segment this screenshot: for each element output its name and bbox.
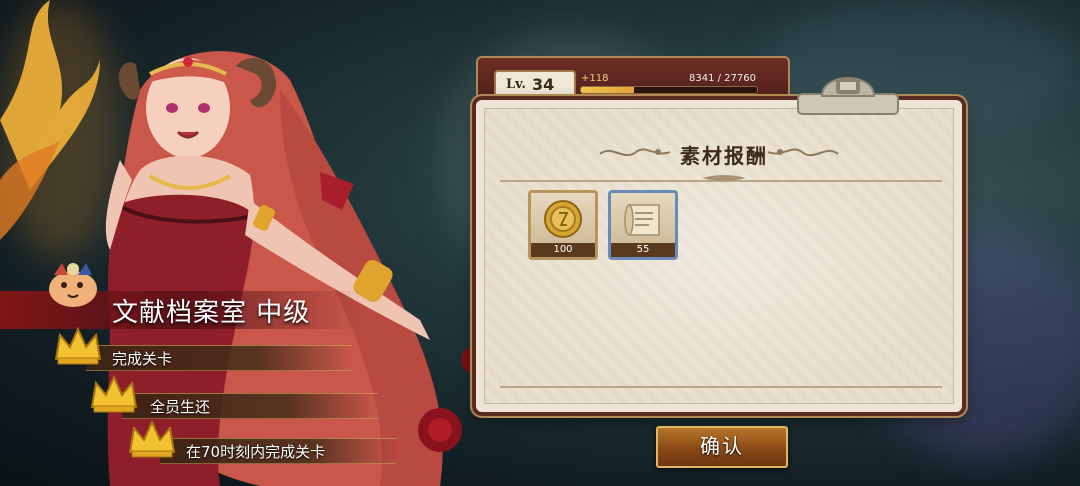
- scroll-icon: [624, 204, 660, 236]
- mascot-icon: [49, 263, 97, 307]
- objective-row: 全员生还: [88, 374, 378, 419]
- ornament-right: [767, 148, 839, 157]
- exp-bar-fill: [581, 87, 634, 93]
- gold-coin-icon: [544, 200, 582, 238]
- objective-text: 完成关卡: [112, 350, 173, 368]
- crown-icon: [54, 326, 102, 365]
- exp-count: 8341 / 27760: [689, 73, 756, 84]
- reward-item-gold-coin[interactable]: 100: [528, 190, 598, 260]
- divider-ornament: [702, 175, 746, 181]
- reward-section-title: 素材报酬: [680, 144, 768, 168]
- objective-text: 全员生还: [150, 398, 211, 416]
- divider: [500, 386, 942, 388]
- ornament-left: [599, 148, 671, 157]
- reward-item-scroll[interactable]: 55: [608, 190, 678, 260]
- objective-row: 完成关卡: [52, 326, 352, 371]
- stage-title: 文献档案室 中级: [112, 298, 311, 328]
- exp-bar: [580, 86, 758, 94]
- confirm-button[interactable]: 确认: [656, 426, 788, 468]
- level-badge: Lv. 34: [494, 70, 576, 100]
- level-value: 34: [532, 75, 555, 94]
- reward-quantity: 55: [611, 243, 675, 257]
- objective-row: 在70时刻内完成关卡: [126, 419, 396, 464]
- exp-gain: +118: [581, 73, 609, 84]
- crown-icon: [90, 374, 138, 413]
- reward-quantity: 100: [531, 243, 595, 257]
- objective-text: 在70时刻内完成关卡: [186, 443, 326, 461]
- level-label: Lv.: [506, 77, 526, 92]
- clipboard-clip-icon: [797, 77, 899, 115]
- crown-icon: [128, 419, 176, 458]
